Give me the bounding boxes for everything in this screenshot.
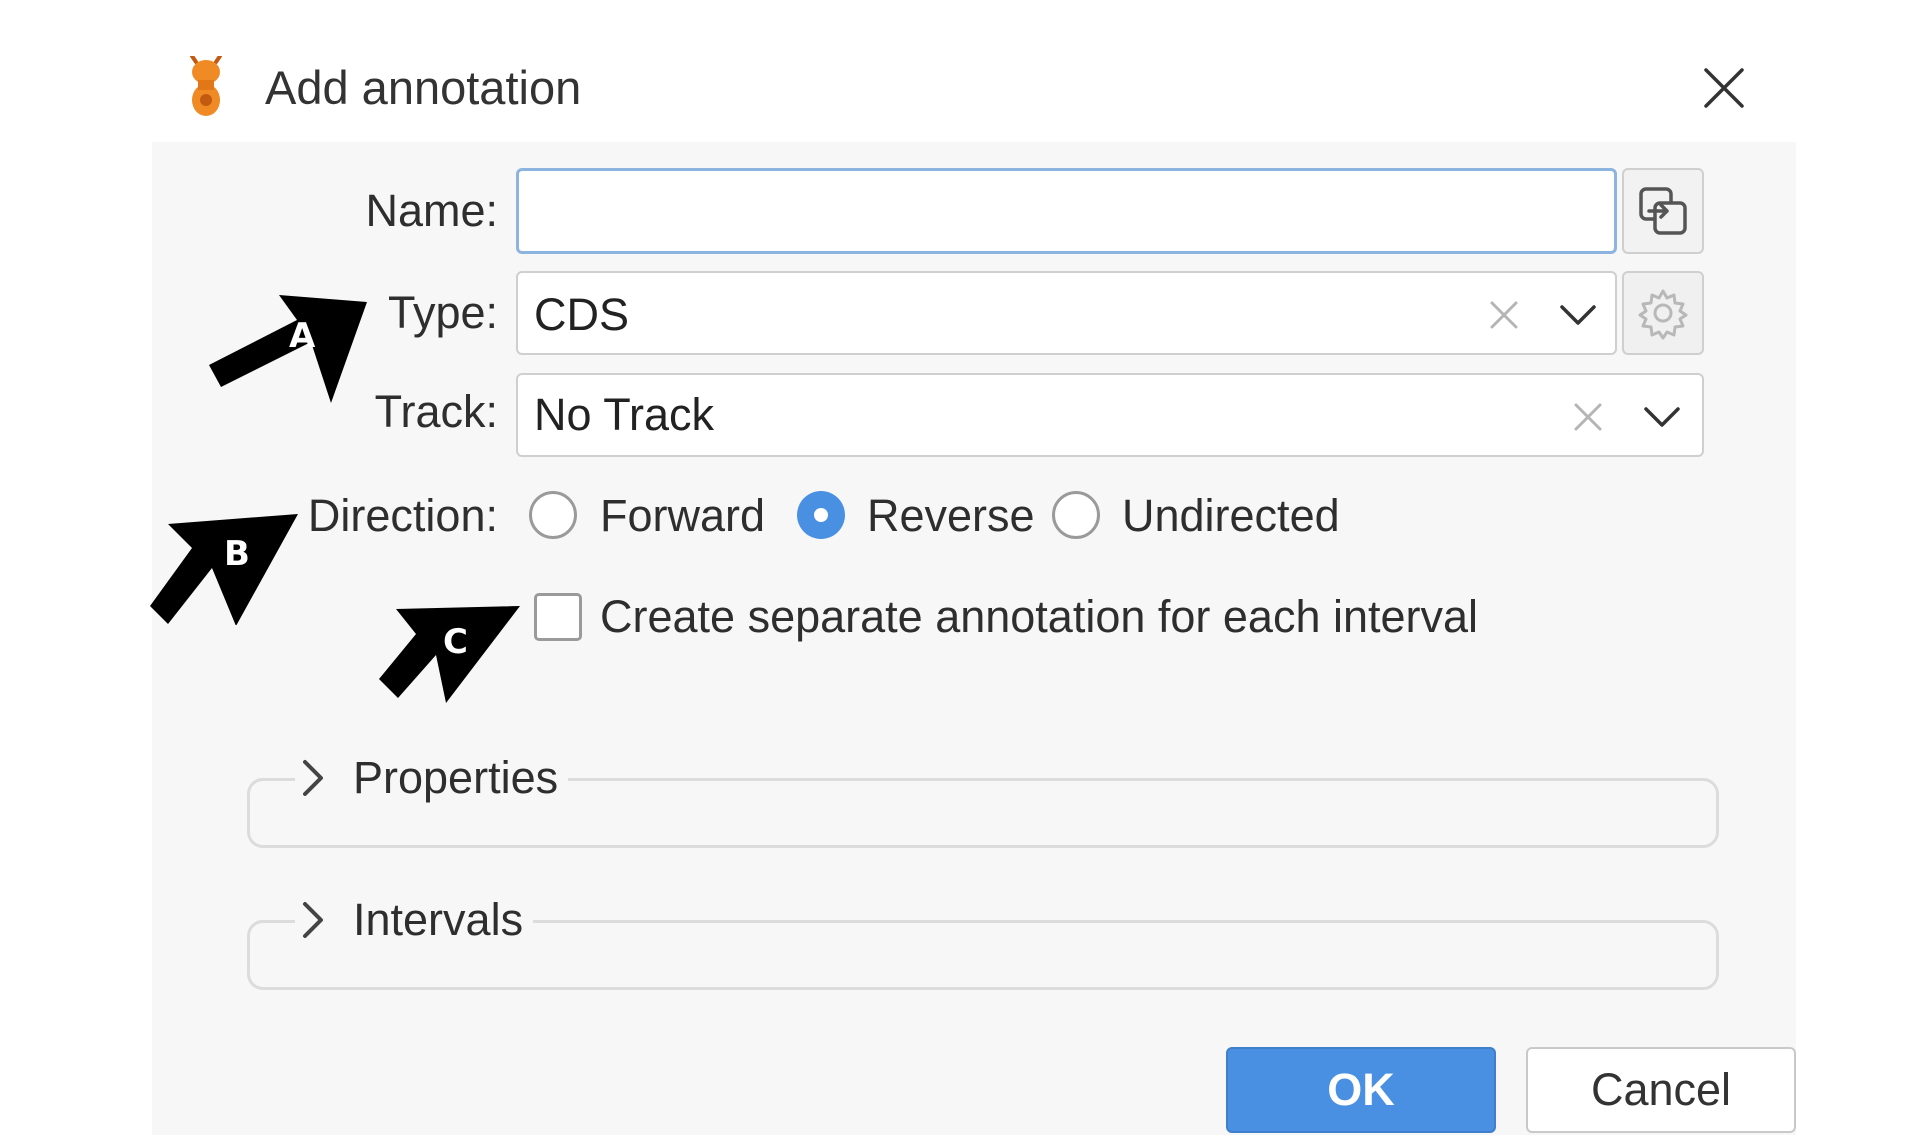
name-label: Name: — [365, 185, 498, 236]
copy-to-name-button[interactable] — [1622, 168, 1704, 254]
properties-toggle[interactable]: Properties — [295, 752, 569, 804]
chevron-right-icon — [303, 902, 323, 938]
track-select[interactable]: No Track — [516, 373, 1704, 457]
direction-reverse-label[interactable]: Reverse — [867, 490, 1035, 542]
callout-a-letter: A — [289, 316, 316, 356]
separate-annotation-label[interactable]: Create separate annotation for each inte… — [600, 591, 1478, 643]
intervals-toggle[interactable]: Intervals — [295, 894, 534, 946]
name-input[interactable] — [516, 168, 1617, 254]
separate-annotation-checkbox[interactable] — [534, 593, 582, 641]
close-icon[interactable] — [1700, 64, 1748, 112]
chevron-down-icon[interactable] — [1642, 399, 1682, 435]
chevron-down-icon[interactable] — [1558, 297, 1598, 333]
properties-title: Properties — [353, 752, 559, 803]
dialog-title: Add annotation — [265, 61, 582, 114]
track-select-value: No Track — [534, 389, 715, 440]
intervals-title: Intervals — [353, 894, 524, 945]
callout-b-letter: B — [224, 534, 250, 574]
type-select[interactable]: CDS — [516, 271, 1617, 355]
chevron-right-icon — [303, 760, 323, 796]
gear-icon — [1638, 289, 1688, 340]
type-settings-button[interactable] — [1622, 271, 1704, 355]
direction-forward-radio[interactable] — [529, 491, 577, 539]
direction-undirected-label[interactable]: Undirected — [1122, 490, 1340, 542]
direction-undirected-radio[interactable] — [1052, 491, 1100, 539]
direction-forward-label[interactable]: Forward — [600, 490, 765, 542]
app-logo-icon — [190, 56, 222, 116]
ok-button[interactable]: OK — [1226, 1047, 1496, 1133]
clear-icon[interactable] — [1486, 297, 1522, 333]
callout-c-letter: C — [443, 622, 468, 662]
clear-icon[interactable] — [1570, 399, 1606, 435]
copy-to-name-icon — [1639, 187, 1687, 235]
direction-reverse-radio[interactable] — [797, 491, 845, 539]
cancel-button[interactable]: Cancel — [1526, 1047, 1796, 1133]
type-select-value: CDS — [534, 289, 630, 340]
